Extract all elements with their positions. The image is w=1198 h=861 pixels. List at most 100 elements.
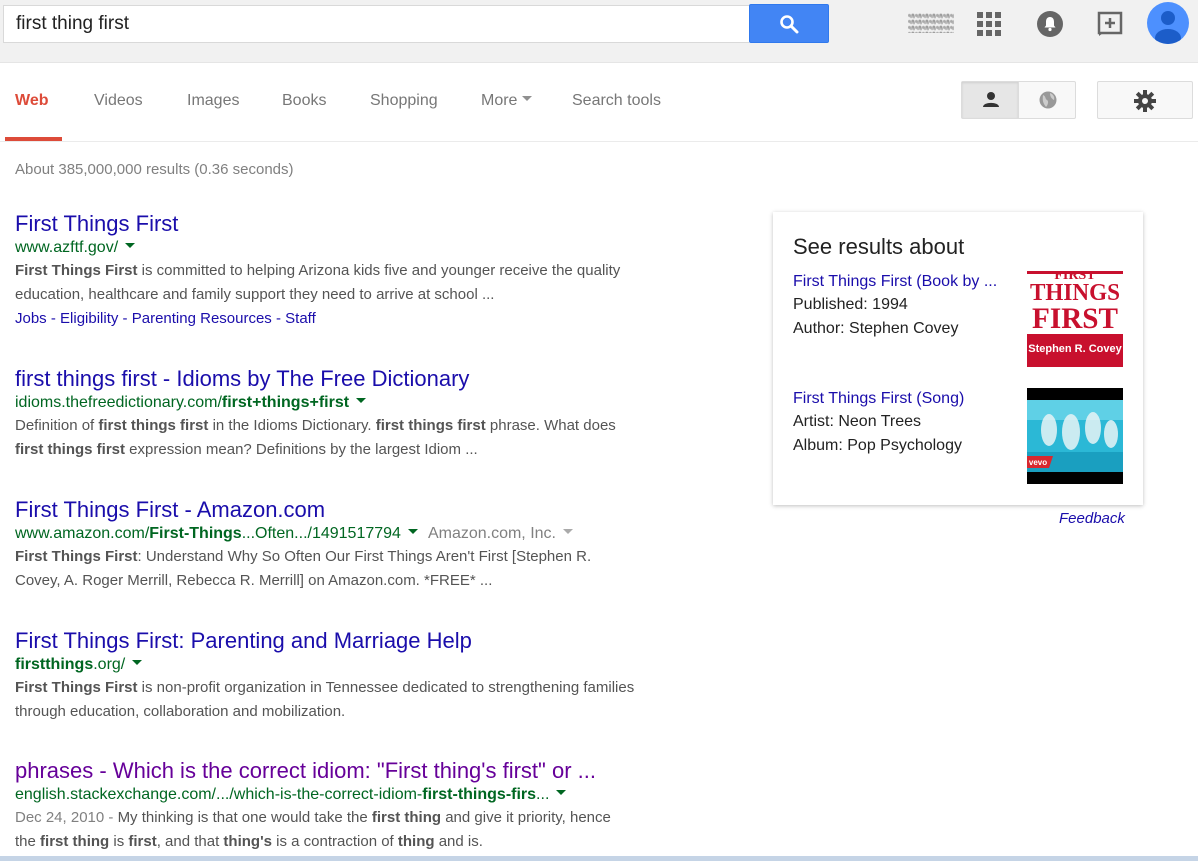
snippet-text: My thinking is that one would take the (117, 809, 372, 826)
knowledge-panel-title: See results about (793, 234, 965, 259)
snippet-bold: first (128, 833, 157, 850)
book-cover-first: FIRST (1032, 302, 1118, 335)
snippet-text: , and that (156, 833, 224, 850)
snippet-text: and is. (434, 833, 483, 850)
result-url: www.azftf.gov/ (15, 237, 705, 259)
result-url-text: www.amazon.com/ (15, 525, 150, 542)
apps-grid-icon[interactable] (977, 12, 1001, 36)
person-icon (983, 92, 999, 107)
search-icon (780, 15, 799, 34)
vevo-badge: vevo (1029, 458, 1047, 467)
book-cover-image[interactable]: FIRST THINGS FIRST Stephen R. Covey (1027, 271, 1123, 367)
chevron-down-icon[interactable] (407, 529, 418, 535)
search-result: first things first - Idioms by The Free … (15, 366, 705, 462)
account-name-blurred[interactable] (908, 13, 954, 33)
sitelink-jobs[interactable]: Jobs (15, 310, 47, 327)
chevron-down-icon (522, 96, 533, 102)
search-result: First Things First: Parenting and Marria… (15, 628, 705, 724)
snippet-bold: first things first (98, 417, 209, 434)
top-bar (0, 0, 1198, 63)
personal-results-button[interactable] (962, 82, 1019, 118)
result-url: english.stackexchange.com/.../which-is-t… (15, 784, 705, 806)
result-snippet: Definition of first things first in the … (15, 414, 705, 462)
chevron-down-icon[interactable] (132, 660, 143, 666)
chevron-down-icon[interactable] (562, 529, 573, 535)
snippet-text: is (109, 833, 129, 850)
result-snippet: First Things First is non-profit organiz… (15, 676, 705, 724)
result-url-bold: First-Things (149, 525, 242, 542)
result-cite: Amazon.com, Inc. (427, 525, 556, 542)
tab-more[interactable]: More (481, 92, 533, 110)
result-stats: About 385,000,000 results (0.36 seconds) (15, 161, 294, 178)
share-plus-icon[interactable] (1096, 11, 1124, 37)
result-url-text: ...Often.../1491517794 (241, 525, 401, 542)
snippet-text: and give it priority, hence (441, 809, 611, 826)
chevron-down-icon[interactable] (356, 398, 367, 404)
tab-images[interactable]: Images (187, 92, 239, 110)
snippet-bold: First Things First (15, 679, 138, 696)
snippet-text: Covey, A. Roger Merrill, Rebecca R. Merr… (15, 572, 493, 589)
tab-books[interactable]: Books (282, 92, 326, 110)
tab-web[interactable]: Web (15, 92, 48, 110)
result-snippet: First Things First: Understand Why So Of… (15, 545, 705, 593)
chevron-down-icon[interactable] (556, 790, 567, 796)
result-url-bold: first-things-firs (422, 786, 537, 803)
song-video-thumbnail[interactable]: vevo (1027, 388, 1123, 484)
global-results-button[interactable] (1019, 82, 1075, 118)
snippet-bold: First Things First (15, 548, 138, 565)
search-result: First Things First - Amazon.com www.amaz… (15, 497, 705, 593)
account-avatar-icon[interactable] (1147, 2, 1189, 44)
tab-search-tools[interactable]: Search tools (572, 92, 661, 110)
tab-more-label: More (481, 92, 518, 109)
result-title-link[interactable]: first things first - Idioms by The Free … (15, 366, 705, 392)
search-button[interactable] (749, 4, 829, 43)
snippet-text: in the Idioms Dictionary. (208, 417, 376, 434)
result-url-bold: firstthings (15, 656, 94, 673)
snippet-text: is a contraction of (271, 833, 398, 850)
tab-videos[interactable]: Videos (94, 92, 143, 110)
gear-icon (1134, 90, 1156, 112)
snippet-text: is committed to helping Arizona kids fiv… (137, 262, 621, 279)
sitelink-parenting-resources[interactable]: Parenting Resources (132, 310, 272, 327)
result-url-text: www.azftf.gov/ (15, 239, 119, 256)
result-title-link[interactable]: First Things First (15, 211, 705, 237)
snippet-text: the (15, 833, 41, 850)
result-snippet: First Things First is committed to helpi… (15, 259, 705, 307)
result-title-link[interactable]: phrases - Which is the correct idiom: "F… (15, 758, 705, 784)
result-url-text: .org/ (93, 656, 126, 673)
snippet-text: : Understand Why So Often Our First Thin… (137, 548, 592, 565)
snippet-bold: First Things First (15, 262, 138, 279)
notifications-bell-icon[interactable] (1037, 11, 1063, 37)
globe-icon (1039, 91, 1057, 109)
knowledge-item-link[interactable]: First Things First (Book by ... (793, 270, 1013, 293)
window-bottom-edge (0, 856, 1198, 861)
tab-shopping[interactable]: Shopping (370, 92, 438, 110)
book-cover-author: Stephen R. Covey (1028, 343, 1122, 355)
sitelinks: Jobs - Eligibility - Parenting Resources… (15, 310, 316, 327)
knowledge-item-link[interactable]: First Things First (Song) (793, 387, 1013, 410)
settings-button[interactable] (1097, 81, 1193, 119)
result-date: Dec 24, 2010 - (15, 809, 118, 826)
feedback-link[interactable]: Feedback (1059, 510, 1125, 527)
snippet-text: is non-profit organization in Tennessee … (137, 679, 635, 696)
result-title-link[interactable]: First Things First - Amazon.com (15, 497, 705, 523)
sitelink-staff[interactable]: Staff (285, 310, 316, 327)
result-url: www.amazon.com/First-Things...Often.../1… (15, 523, 705, 545)
sitelink-eligibility[interactable]: Eligibility (60, 310, 118, 327)
result-url-text: english.stackexchange.com/.../which-is-t… (15, 786, 423, 803)
search-input[interactable] (4, 6, 749, 42)
snippet-text: education, healthcare and family support… (15, 286, 495, 303)
knowledge-panel: See results about First Things First (Bo… (773, 212, 1143, 505)
search-result: First Things First www.azftf.gov/ First … (15, 211, 705, 331)
snippet-bold: first things first (15, 441, 126, 458)
chevron-down-icon[interactable] (125, 243, 136, 249)
result-title-link[interactable]: First Things First: Parenting and Marria… (15, 628, 705, 654)
search-nav: Web Videos Images Books Shopping More Se… (0, 64, 1198, 142)
snippet-bold: first thing (40, 833, 110, 850)
snippet-text: phrase. What does (485, 417, 616, 434)
snippet-text: Definition of (15, 417, 99, 434)
search-box[interactable] (3, 5, 749, 43)
snippet-text: through education, collaboration and mob… (15, 703, 346, 720)
result-url-text: idioms.thefreedictionary.com/ (15, 394, 222, 411)
result-snippet: Dec 24, 2010 - My thinking is that one w… (15, 806, 705, 854)
